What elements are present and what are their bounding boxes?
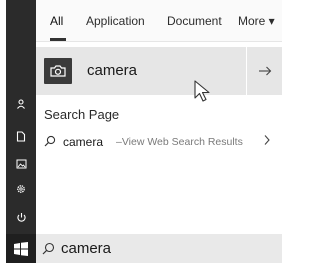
search-page-heading: Search Page: [44, 107, 120, 122]
web-search-description: –View Web Search Results: [116, 136, 243, 148]
pictures-icon[interactable]: [6, 153, 36, 175]
camera-icon: [50, 65, 66, 77]
user-icon[interactable]: [6, 93, 36, 115]
tab-all[interactable]: All: [50, 14, 63, 28]
search-input[interactable]: camera: [61, 240, 111, 257]
left-rail: [6, 0, 36, 263]
tab-document[interactable]: Document: [167, 14, 222, 28]
power-icon[interactable]: [6, 206, 36, 228]
windows-start-button[interactable]: [6, 234, 36, 263]
search-icon: [44, 135, 56, 147]
arrow-right-icon: [258, 66, 271, 76]
tab-application[interactable]: Application: [86, 14, 145, 28]
web-search-query: camera: [63, 135, 104, 149]
settings-icon[interactable]: [6, 178, 36, 200]
tab-more[interactable]: More ▾: [238, 14, 275, 28]
chevron-right-icon: [264, 135, 270, 145]
web-search-result-row[interactable]: camera –View Web Search Results: [36, 127, 282, 155]
best-match-label: camera: [87, 62, 138, 79]
taskbar-search-box[interactable]: camera: [36, 234, 282, 263]
tabs-divider: [36, 41, 282, 42]
mouse-pointer-icon: [194, 80, 210, 102]
filter-tabs: All Application Document More ▾: [36, 0, 282, 42]
search-icon: [42, 242, 55, 255]
windows-start-icon: [14, 241, 28, 256]
camera-app-tile: [44, 58, 72, 84]
best-match-result[interactable]: camera: [36, 47, 246, 95]
document-icon[interactable]: [6, 125, 36, 147]
start-search-panel: All Application Document More ▾ camera S…: [0, 0, 282, 263]
open-result-button[interactable]: [247, 47, 282, 95]
